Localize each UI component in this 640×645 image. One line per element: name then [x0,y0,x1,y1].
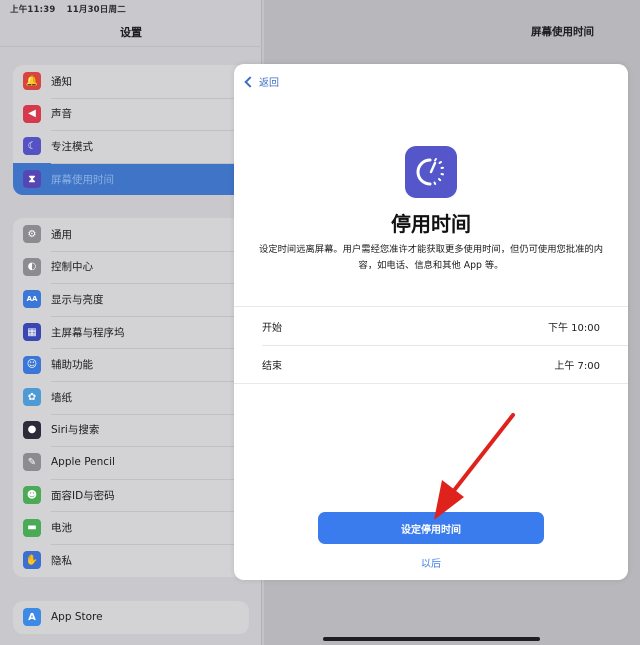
downtime-icon [405,146,457,198]
status-date: 11月30日周二 [66,5,126,15]
sidebar-title: 设置 [120,26,142,39]
sidebar-item-label: Apple Pencil [51,456,115,469]
bell-icon: 🔔 [23,72,41,91]
sidebar-item-label: 专注模式 [51,140,93,153]
sidebar-item[interactable]: ☾ 专注模式 [13,130,249,163]
sidebar-item[interactable]: ▦ 主屏幕与程序坞 [13,315,249,349]
sidebar-item[interactable]: ⧗ 屏幕使用时间 [13,162,249,196]
sidebar-item[interactable]: ☻ 面容ID与密码 [13,478,249,512]
sidebar-item[interactable]: ☺ 辅助功能 [13,348,249,381]
sidebar-item-label: 屏幕使用时间 [51,173,114,186]
set-downtime-button[interactable]: 设定停用时间 [318,512,544,544]
sidebar-item-label: 显示与亮度 [51,293,104,306]
home-indicator[interactable] [323,637,540,641]
time-list: 开始 下午 10:00 结束 上午 7:00 [234,306,628,384]
sidebar-item-label: 控制中心 [51,261,93,274]
end-label: 结束 [262,360,282,372]
sidebar-item[interactable]: A App Store [13,601,249,634]
sidebar-item[interactable]: ◀ 声音 [13,97,249,131]
siri-icon: ● [23,420,41,439]
modal-title: 停用时间 [391,212,471,236]
flower-icon: ✿ [23,388,41,407]
sidebar-item[interactable]: ◐ 控制中心 [13,250,249,284]
settings-sidebar: 上午11:39 11月30日周二 设置 🔔 通知 ◀ 声音 ☾ 专注模式 ⧗ 屏幕使用时间 ⚙… [0,0,262,645]
sidebar-item-label: 主屏幕与程序坞 [51,326,125,339]
sidebar-item-label: 隐私 [51,554,72,567]
moon-icon: ☾ [23,137,41,156]
settings-group-3: A App Store [13,601,249,634]
sidebar-item-label: 墙纸 [51,391,72,404]
sidebar-item-label: 辅助功能 [51,359,93,372]
gear-icon: ⚙ [23,225,41,244]
battery-icon: ▬ [23,518,41,537]
status-time: 上午11:39 [10,5,56,15]
back-label: 返回 [259,78,279,89]
modal-description: 设定时间远离屏幕。用户需经您准许才能获取更多使用时间，但仍可使用您批准的内容，如… [259,244,603,271]
sidebar-item-label: App Store [51,611,103,624]
header-divider [0,46,262,47]
sidebar-item[interactable]: ✋ 隐私 [13,543,249,577]
toggles-icon: ◐ [23,257,41,276]
sidebar-item-label: 通知 [51,75,72,88]
back-button[interactable]: 返回 [243,74,279,89]
start-value: 下午 10:00 [548,322,600,334]
hourglass-icon: ⧗ [23,170,41,189]
sidebar-item[interactable]: ● Siri与搜索 [13,413,249,447]
start-label: 开始 [262,322,282,334]
end-value: 上午 7:00 [554,360,600,372]
later-button[interactable]: 以后 [234,555,628,570]
speaker-icon: ◀ [23,104,41,123]
sidebar-item[interactable]: ▬ 电池 [13,511,249,544]
chevron-left-icon [244,75,256,88]
status-bar: 上午11:39 11月30日周二 [10,3,134,15]
app-store-icon: A [23,608,41,627]
detail-title: 屏幕使用时间 [531,26,594,38]
text-size-icon: AA [23,290,41,309]
sidebar-item-label: 面容ID与密码 [51,489,115,502]
sidebar-item-label: 电池 [51,522,72,535]
accessibility-icon: ☺ [23,355,41,374]
sidebar-item-label: 声音 [51,108,72,121]
end-time-row[interactable]: 结束 上午 7:00 [234,345,628,383]
face-id-icon: ☻ [23,486,41,505]
sidebar-item-label: Siri与搜索 [51,424,100,437]
pencil-icon: ✎ [23,453,41,472]
sidebar-item[interactable]: 🔔 通知 [13,65,249,98]
sidebar-item[interactable]: ⚙ 通用 [13,218,249,251]
sidebar-item[interactable]: AA 显示与亮度 [13,283,249,316]
home-grid-icon: ▦ [23,323,41,342]
sidebar-item[interactable]: ✎ Apple Pencil [13,446,249,479]
settings-group-2: ⚙ 通用 ◐ 控制中心 AA 显示与亮度 ▦ 主屏幕与程序坞 ☺ 辅助功能 ✿ 墙纸 ● Siri与搜索 ✎… [13,218,249,577]
sidebar-item[interactable]: ✿ 墙纸 [13,380,249,414]
settings-group-1: 🔔 通知 ◀ 声音 ☾ 专注模式 ⧗ 屏幕使用时间 [13,65,249,196]
sidebar-item-label: 通用 [51,228,72,241]
hand-icon: ✋ [23,551,41,570]
start-time-row[interactable]: 开始 下午 10:00 [234,307,628,345]
downtime-modal: 返回 停用时间 设定时间远离屏幕。用户需经您准许才能获取更多使用时间，但仍可使用… [234,64,628,580]
